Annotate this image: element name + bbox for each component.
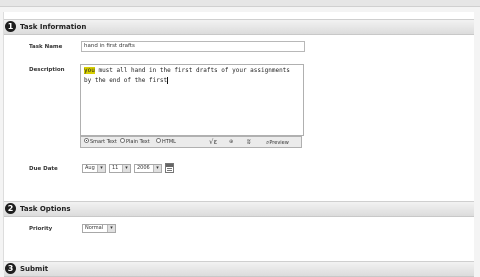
description-label: Description: [29, 67, 65, 73]
mode-html[interactable]: HTML: [156, 138, 176, 146]
mode-smart-text[interactable]: Smart Text: [84, 138, 117, 146]
chevron-down-icon: ▾: [153, 165, 161, 172]
section-number-badge: 3: [5, 263, 16, 274]
section-title: Submit: [20, 265, 49, 273]
attachment-icon[interactable]: ⊕: [229, 138, 233, 147]
section-task-options[interactable]: 2 Task Options: [4, 201, 474, 217]
section-number-badge: 1: [5, 21, 16, 32]
description-text: must all hand in the first drafts of you…: [84, 67, 290, 84]
chevron-down-icon: ▾: [122, 165, 130, 172]
preview-button[interactable]: ⌕Preview: [266, 139, 289, 147]
section-task-information[interactable]: 1 Task Information: [4, 19, 474, 35]
radio-checked-icon: [84, 138, 89, 143]
due-date-label: Due Date: [29, 166, 58, 172]
chevron-down-icon: ▾: [97, 165, 105, 172]
priority-select[interactable]: Normal ▾: [82, 224, 116, 233]
description-textarea[interactable]: you must all hand in the first drafts of…: [80, 64, 304, 136]
task-name-input[interactable]: hand in first drafts: [81, 41, 305, 52]
text-cursor: [167, 77, 169, 84]
top-strip: [0, 0, 480, 7]
section-title: Task Options: [20, 205, 71, 213]
radio-icon: [120, 138, 125, 143]
task-name-label: Task Name: [29, 44, 63, 50]
chevron-down-icon: ▾: [107, 225, 115, 232]
section-submit[interactable]: 3 Submit: [4, 261, 474, 277]
editor-toolbar: Smart Text Plain Text HTML √ε ⊕ ʬ ⌕Previ…: [80, 136, 302, 148]
math-root-icon[interactable]: √ε: [209, 138, 217, 147]
mode-plain-text[interactable]: Plain Text: [120, 138, 150, 146]
calendar-icon[interactable]: [165, 163, 174, 173]
priority-label: Priority: [29, 226, 53, 232]
due-month-select[interactable]: Aug ▾: [82, 164, 106, 173]
section-number-badge: 2: [5, 203, 16, 214]
spellcheck-icon[interactable]: ʬ: [247, 138, 251, 147]
task-form: 1 Task Information Task Name hand in fir…: [3, 12, 474, 277]
radio-icon: [156, 138, 161, 143]
due-year-select[interactable]: 2006 ▾: [134, 164, 162, 173]
section-title: Task Information: [20, 23, 87, 31]
selected-text: you: [84, 67, 95, 74]
due-day-select[interactable]: 11 ▾: [109, 164, 131, 173]
